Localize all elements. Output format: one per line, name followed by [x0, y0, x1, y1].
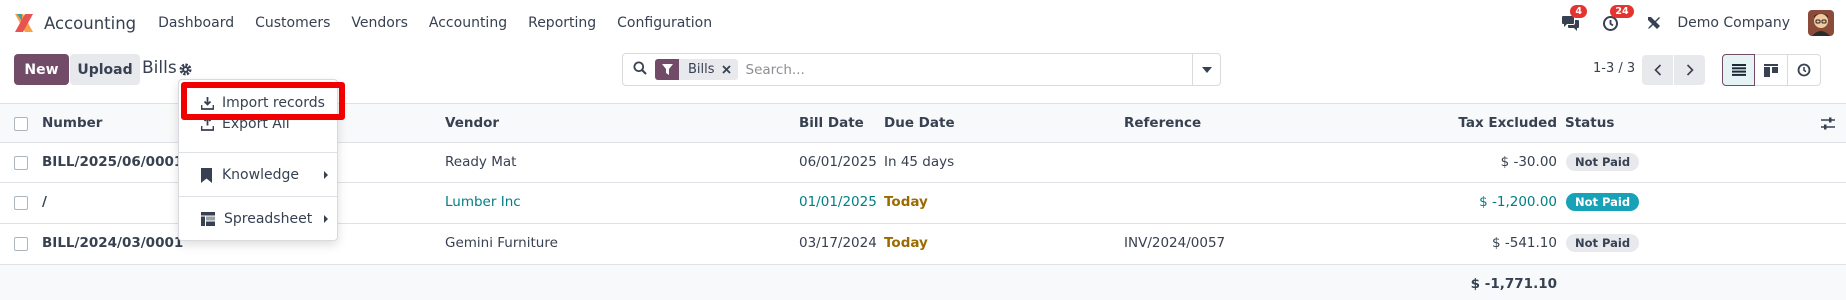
row-due-date: In 45 days [884, 154, 955, 170]
menu-divider [179, 152, 337, 153]
upload-button[interactable]: Upload [70, 54, 140, 85]
main-menu: Dashboard Customers Vendors Accounting R… [158, 15, 733, 31]
new-button[interactable]: New [14, 54, 69, 85]
status-badge: Not Paid [1566, 153, 1640, 171]
search-icon[interactable] [633, 61, 647, 79]
user-avatar[interactable] [1808, 10, 1834, 36]
list-view-button[interactable] [1722, 54, 1755, 86]
row-bill-date: 03/17/2024 [799, 235, 877, 251]
row-reference: INV/2024/0057 [1124, 235, 1226, 251]
systray: 4 24 Demo Company [1559, 0, 1846, 46]
activity-view-icon [1797, 63, 1811, 77]
menu-customers[interactable]: Customers [255, 15, 330, 31]
row-number: BILL/2025/06/0001 [42, 154, 184, 170]
search-options-toggle[interactable] [1192, 54, 1220, 85]
activities-badge: 24 [1610, 5, 1634, 18]
menu-divider [179, 196, 337, 197]
submenu-caret-icon [324, 215, 328, 223]
close-icon[interactable] [721, 59, 738, 80]
row-bill-date: 06/01/2025 [799, 154, 877, 170]
menu-dashboard[interactable]: Dashboard [158, 15, 234, 31]
header-reference[interactable]: Reference [1124, 115, 1201, 131]
pager-previous-button[interactable] [1642, 55, 1673, 85]
row-number: BILL/2024/03/0001 [42, 235, 184, 251]
optional-columns-icon[interactable] [1821, 117, 1835, 134]
odoo-accounting-logo [13, 12, 35, 34]
kanban-view-icon [1764, 63, 1778, 77]
company-switcher[interactable]: Demo Company [1677, 15, 1790, 31]
menu-item-label: Knowledge [222, 167, 299, 183]
app-brand[interactable]: Accounting [13, 12, 136, 34]
activity-view-button[interactable] [1788, 54, 1821, 86]
gear-icon[interactable] [179, 63, 192, 80]
header-due-date[interactable]: Due Date [884, 115, 955, 131]
chevron-right-icon [1686, 64, 1694, 76]
header-bill-date[interactable]: Bill Date [799, 115, 864, 131]
search-input[interactable] [745, 61, 1192, 78]
row-vendor: Lumber Inc [445, 194, 521, 210]
status-badge: Not Paid [1566, 193, 1640, 211]
bookmark-icon [201, 167, 212, 183]
header-number[interactable]: Number [42, 115, 102, 131]
messages-button[interactable]: 4 [1559, 5, 1587, 34]
messages-badge: 4 [1570, 5, 1587, 18]
row-vendor: Gemini Furniture [445, 235, 558, 251]
search-facet: Bills [655, 59, 738, 80]
tools-icon[interactable] [1643, 12, 1665, 34]
menu-configuration[interactable]: Configuration [617, 15, 712, 31]
app-name: Accounting [44, 13, 137, 33]
row-due-date: Today [884, 194, 928, 210]
total-tax-excluded: $ -1,771.10 [1470, 276, 1557, 292]
row-bill-date: 01/01/2025 [799, 194, 877, 210]
table-footer: $ -1,771.10 [0, 265, 1846, 300]
menu-reporting[interactable]: Reporting [528, 15, 596, 31]
search-bar: Bills [622, 53, 1221, 86]
menu-vendors[interactable]: Vendors [351, 15, 407, 31]
pager-value[interactable]: 1-3 / 3 [1593, 61, 1635, 76]
facet-label: Bills [679, 59, 722, 80]
menu-item-knowledge[interactable]: Knowledge [179, 160, 337, 190]
submenu-caret-icon [324, 171, 328, 179]
highlight-annotation [181, 82, 345, 120]
pager-next-button[interactable] [1674, 55, 1705, 85]
list-view-icon [1731, 64, 1746, 76]
row-checkbox[interactable] [14, 156, 28, 170]
activities-button[interactable]: 24 [1599, 5, 1634, 34]
menu-accounting[interactable]: Accounting [429, 15, 507, 31]
kanban-view-button[interactable] [1755, 54, 1788, 86]
row-tax-excluded: $ -1,200.00 [1479, 194, 1557, 210]
filter-icon [655, 59, 679, 80]
menu-item-spreadsheet[interactable]: Spreadsheet [179, 204, 337, 234]
select-all-checkbox[interactable] [14, 117, 28, 131]
top-navbar: Accounting Dashboard Customers Vendors A… [0, 0, 1846, 46]
breadcrumb: Bills [142, 58, 177, 78]
spreadsheet-icon [201, 212, 215, 226]
row-number: / [42, 194, 47, 210]
header-status[interactable]: Status [1565, 115, 1614, 131]
status-badge: Not Paid [1566, 234, 1640, 252]
caret-down-icon [1201, 66, 1212, 73]
row-checkbox[interactable] [14, 196, 28, 210]
menu-item-label: Spreadsheet [224, 211, 313, 227]
row-due-date: Today [884, 235, 928, 251]
row-tax-excluded: $ -30.00 [1500, 154, 1557, 170]
row-checkbox[interactable] [14, 237, 28, 251]
header-tax-excluded[interactable]: Tax Excluded [1458, 115, 1557, 131]
header-vendor[interactable]: Vendor [445, 115, 499, 131]
row-vendor: Ready Mat [445, 154, 517, 170]
row-tax-excluded: $ -541.10 [1492, 235, 1557, 251]
chevron-left-icon [1653, 64, 1661, 76]
